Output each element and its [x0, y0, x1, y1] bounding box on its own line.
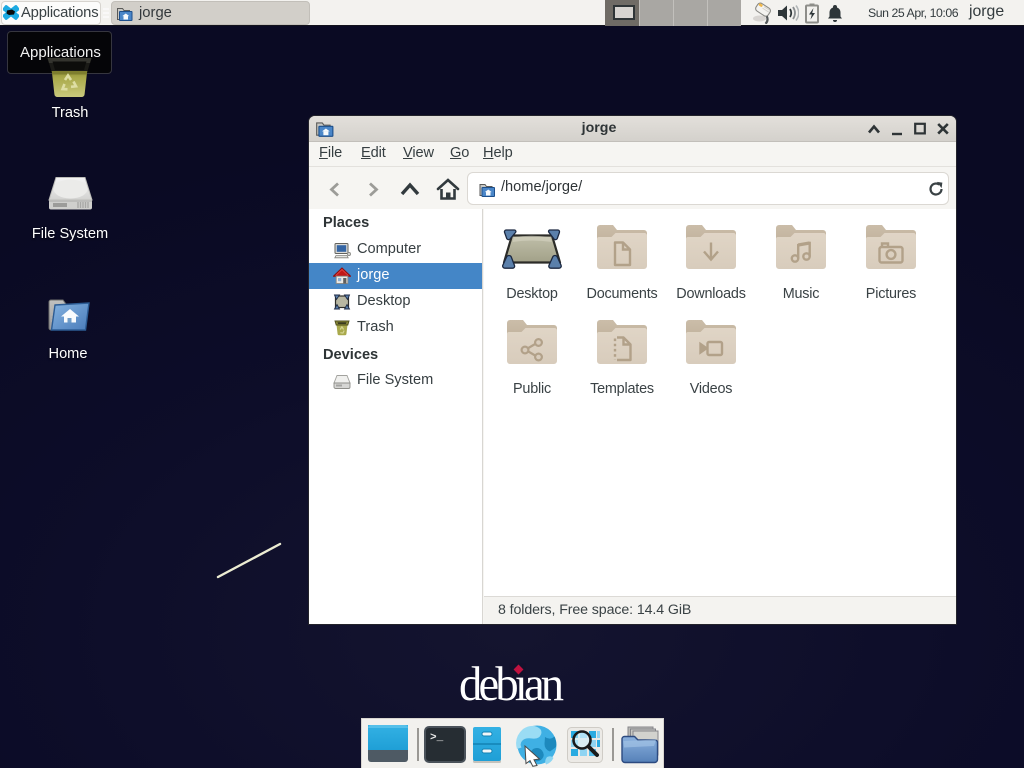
svg-text:>_: >_ — [430, 732, 444, 744]
